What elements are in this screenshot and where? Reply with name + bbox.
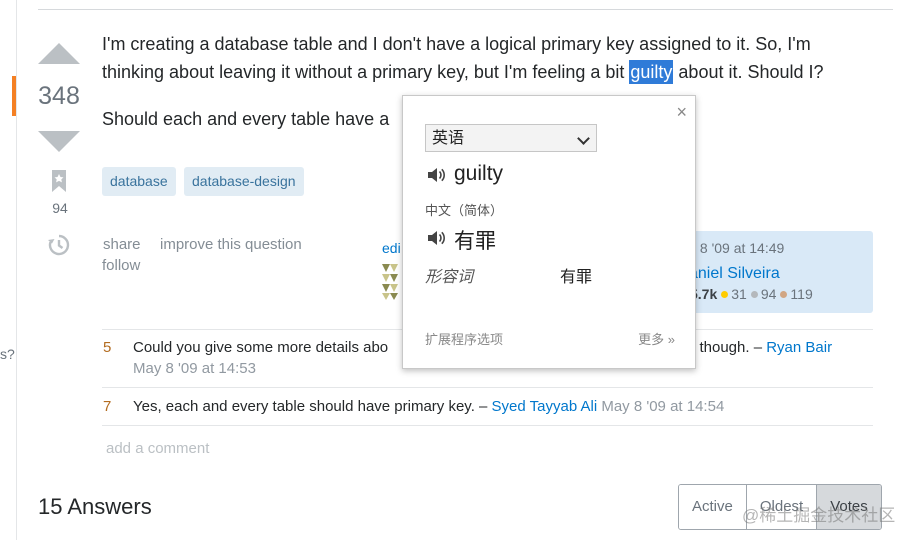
bronze-badge-count: 119 (790, 286, 813, 302)
left-sidebar-border (16, 0, 17, 540)
question-text: thinking about leaving it without a prim… (102, 62, 630, 82)
part-of-speech: 形容词 (425, 269, 474, 286)
comment-score: 7 (103, 398, 112, 415)
question-body-line-1: I'm creating a database table and I don'… (102, 34, 811, 54)
downvote-button[interactable] (38, 131, 80, 152)
translate-popup: × 英语 guilty 中文（简体） 有罪 形容词 有罪 扩展程序选项 更多 » (402, 95, 696, 369)
tag-database[interactable]: database (102, 167, 176, 196)
asked-date: y 8 '09 at 14:49 (689, 240, 785, 256)
silver-badge-count: 94 (760, 286, 777, 302)
comment-user-link[interactable]: Ryan Bair (766, 339, 832, 356)
selected-word-highlight[interactable]: guilty (629, 60, 674, 84)
upvote-button[interactable] (38, 43, 80, 64)
question-body-line-3: Should each and every table have a (102, 109, 390, 129)
add-comment-link[interactable]: add a comment (106, 440, 209, 457)
comment-divider (102, 387, 873, 388)
improve-question-link[interactable]: improve this question (160, 236, 302, 253)
vote-count: 348 (38, 82, 80, 110)
comment-text: Yes, each and every table should have pr… (133, 398, 724, 415)
silver-badge-icon (750, 291, 758, 299)
editor-avatar[interactable] (382, 262, 404, 302)
bronze-badge-icon (780, 291, 788, 299)
part-of-speech-translation: 有罪 (560, 269, 593, 286)
speaker-icon[interactable] (427, 167, 445, 183)
sidebar-text-stub: s? (0, 346, 15, 362)
owner-username-link[interactable]: aniel Silveira (689, 265, 780, 283)
more-link[interactable]: 更多 » (638, 329, 675, 348)
tag-database-design[interactable]: database-design (184, 167, 304, 196)
source-language-value: 英语 (432, 130, 465, 147)
favorite-count: 94 (52, 200, 68, 216)
comment-date[interactable]: May 8 '09 at 14:54 (597, 398, 724, 415)
chevron-down-icon (577, 132, 590, 145)
comment-date[interactable]: May 8 '09 at 14:53 (133, 360, 256, 377)
translated-word: 有罪 (454, 230, 496, 253)
edited-link[interactable]: edi (382, 240, 401, 256)
comment-text-part: Could you give some more details abo (133, 339, 389, 356)
source-language-select[interactable]: 英语 (425, 124, 597, 152)
comment-text-part: Yes, each and every table should have pr… (133, 398, 492, 415)
target-language-label: 中文（简体） (425, 203, 504, 218)
comment-user-link[interactable]: Syed Tayyab Ali (492, 398, 598, 415)
sidebar-active-indicator (12, 76, 16, 116)
gold-badge-icon (721, 291, 729, 299)
follow-link[interactable]: follow (102, 257, 140, 274)
bookmark-icon[interactable] (50, 170, 68, 192)
comments-divider (102, 425, 873, 426)
question-body-line-2: thinking about leaving it without a prim… (102, 58, 824, 86)
history-icon[interactable] (48, 234, 70, 256)
source-word: guilty (454, 162, 504, 185)
extension-options-link[interactable]: 扩展程序选项 (425, 329, 503, 348)
speaker-icon[interactable] (427, 230, 445, 246)
share-link[interactable]: share (103, 236, 141, 253)
gold-badge-count: 31 (731, 286, 747, 302)
watermark: @稀土掘金技术社区 (742, 506, 896, 525)
question-text: about it. Should I? (673, 62, 824, 82)
answers-count-heading: 15 Answers (38, 494, 152, 519)
owner-reputation: 5.7k 31 94 119 (690, 286, 813, 302)
sort-active-button[interactable]: Active (679, 485, 747, 529)
comment-score: 5 (103, 339, 112, 356)
close-icon[interactable]: × (676, 102, 687, 123)
top-divider (38, 9, 893, 10)
